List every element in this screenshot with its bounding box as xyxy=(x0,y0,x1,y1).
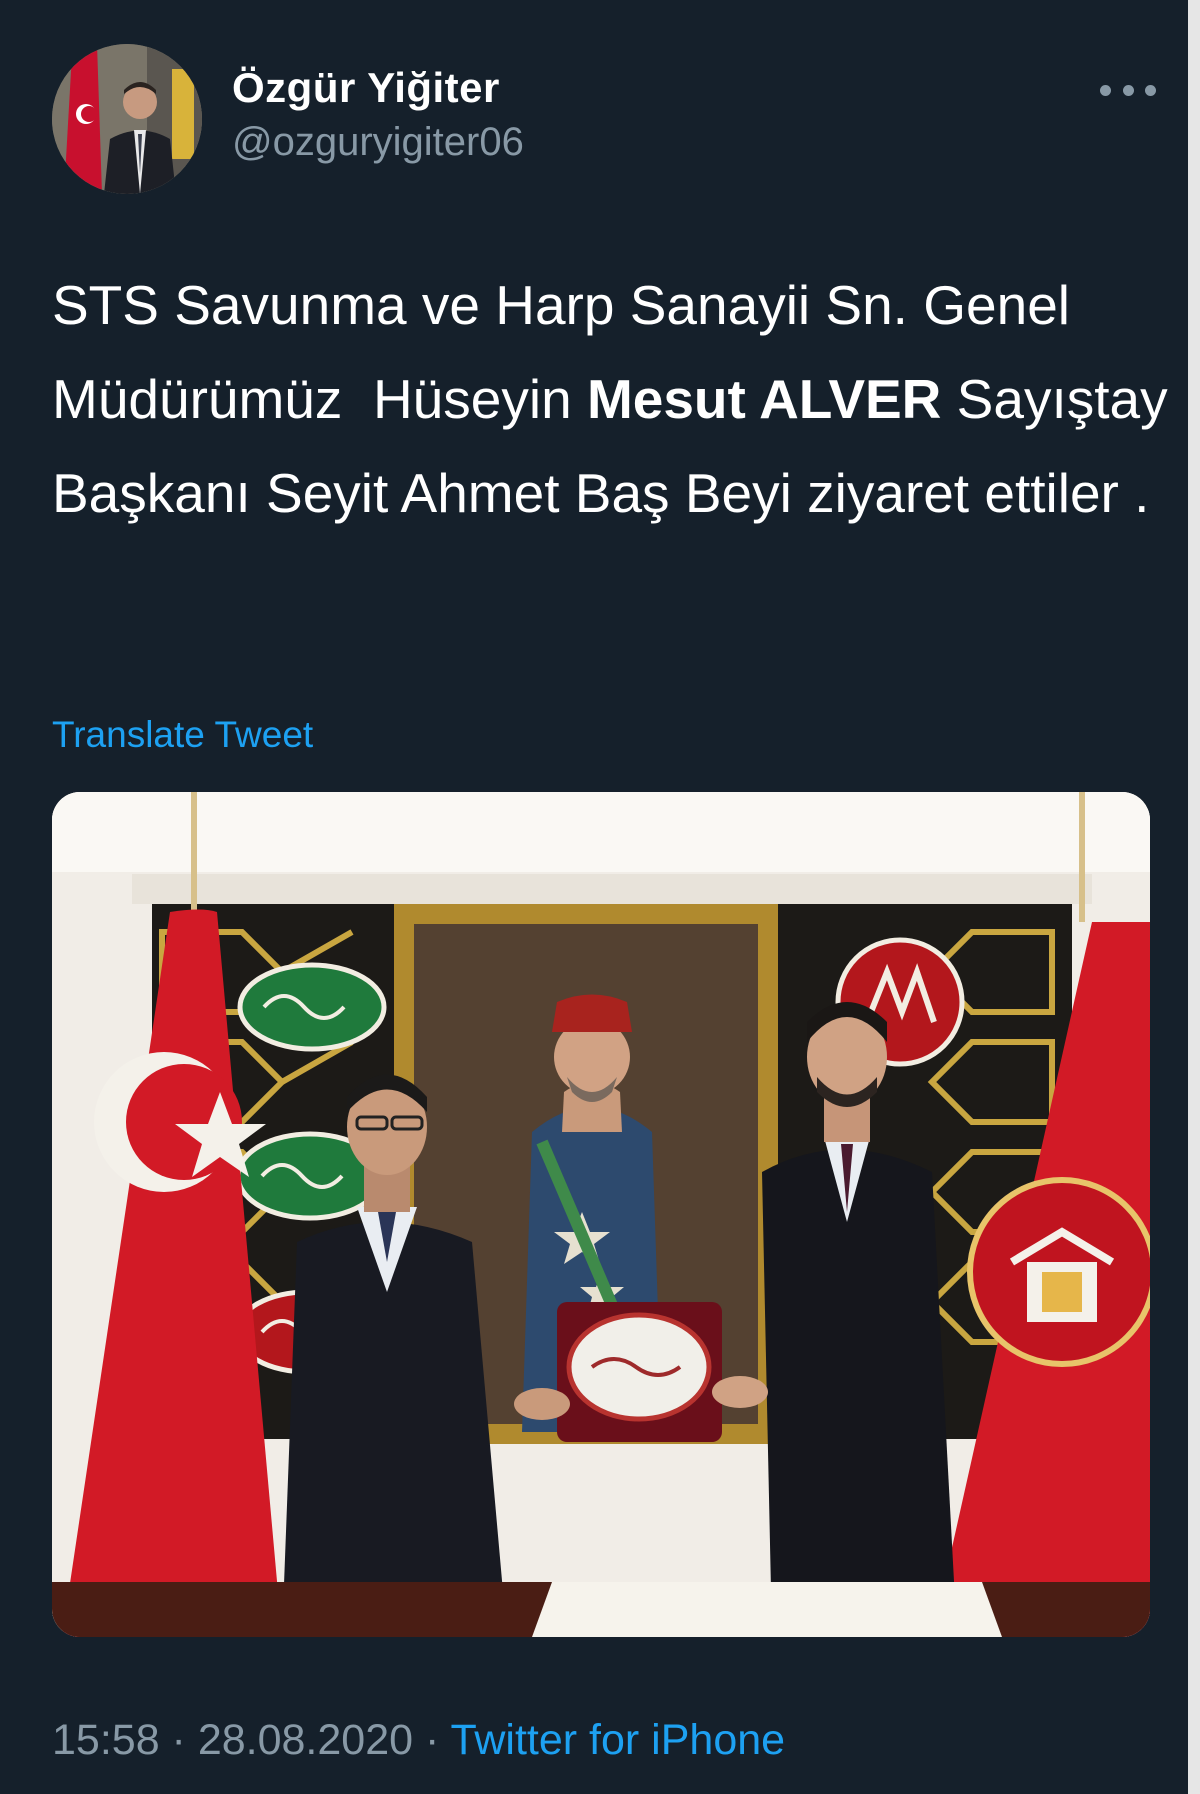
more-dot xyxy=(1100,84,1111,96)
tweet-source-link[interactable]: Twitter for iPhone xyxy=(450,1716,785,1764)
tweet-text-bold: Mesut ALVER xyxy=(586,368,942,430)
meta-separator: · xyxy=(159,1716,198,1764)
more-dot xyxy=(1122,84,1134,96)
meta-separator: · xyxy=(413,1716,451,1764)
tweet-date[interactable]: 28.08.2020 xyxy=(198,1716,413,1764)
tweet-meta: 15:58 · 28.08.2020 · Twitter for iPhone xyxy=(52,1716,785,1765)
handle[interactable]: @ozguryigiter06 xyxy=(232,120,524,165)
display-name[interactable]: Özgür Yiğiter xyxy=(232,64,500,112)
scrollbar-track[interactable] xyxy=(1188,0,1200,1794)
tweet-card: Özgür Yiğiter @ozguryigiter06 STS Savunm… xyxy=(0,0,1200,1794)
tweet-time[interactable]: 15:58 xyxy=(52,1716,160,1764)
avatar[interactable] xyxy=(52,44,202,194)
tweet-text: STS Savunma ve Harp Sanayii Sn. Genel Mü… xyxy=(52,258,1172,540)
more-horizontal-icon[interactable] xyxy=(1100,78,1156,102)
more-dot xyxy=(1145,84,1156,96)
tweet-photo[interactable] xyxy=(52,792,1150,1637)
translate-tweet-link[interactable]: Translate Tweet xyxy=(52,714,313,756)
